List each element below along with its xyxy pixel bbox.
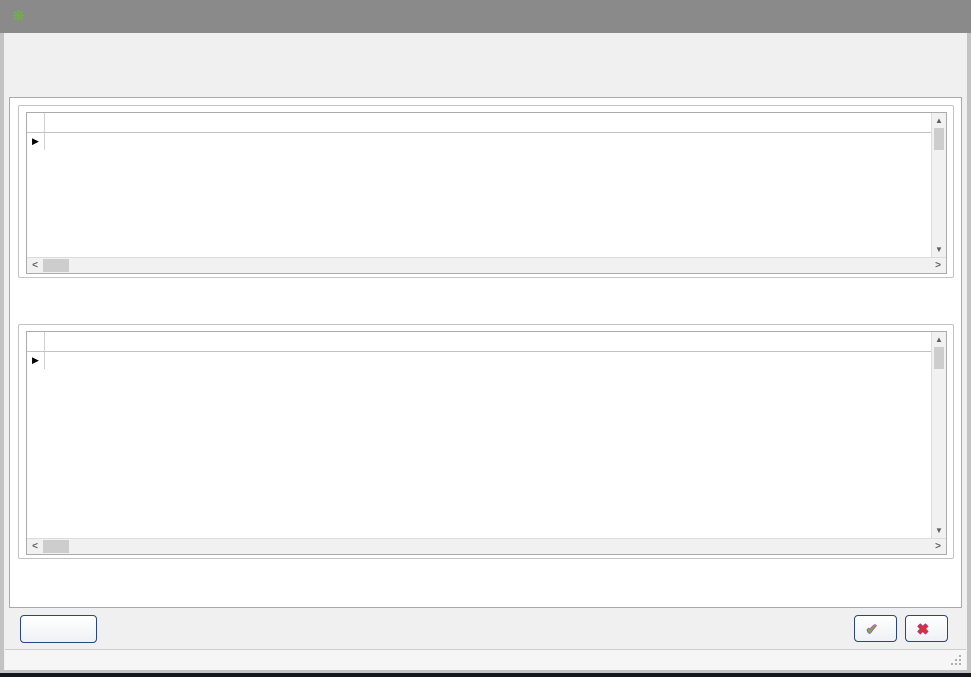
scroll-right-icon[interactable]: >: [930, 541, 946, 552]
vertical-scroll-thumb[interactable]: [934, 347, 944, 369]
scroll-left-icon[interactable]: <: [27, 260, 43, 271]
scroll-down-icon[interactable]: ▼: [932, 242, 946, 257]
scroll-left-icon[interactable]: <: [27, 541, 43, 552]
anyaglista-groupbox: ▶ ▲ ▼ < >: [18, 105, 954, 278]
rogzit-button[interactable]: [854, 615, 897, 642]
muvelet-grid-header: [27, 332, 946, 352]
horizontal-scroll-thumb[interactable]: [43, 259, 69, 272]
muvelet-grid-selected-row[interactable]: ▶: [27, 352, 946, 369]
megsem-button[interactable]: [905, 615, 948, 642]
maximize-button[interactable]: [891, 0, 927, 33]
scroll-right-icon[interactable]: >: [930, 260, 946, 271]
tab-row-1: [5, 40, 966, 59]
tab-row-3: [5, 78, 966, 97]
resize-grip[interactable]: [959, 663, 961, 665]
tab-row-2: [5, 59, 966, 78]
muvelet-grid[interactable]: ▶ ▲ ▼ < >: [26, 331, 947, 555]
anyaglista-horizontal-scrollbar[interactable]: < >: [27, 257, 946, 273]
scroll-down-icon[interactable]: ▼: [932, 523, 946, 538]
anyaglista-grid[interactable]: ▶ ▲ ▼ < >: [26, 112, 947, 274]
scroll-up-icon[interactable]: ▲: [932, 332, 946, 347]
tab-page-anyaglista: ▶ ▲ ▼ < >: [9, 97, 962, 608]
scroll-track: [932, 369, 946, 523]
check-icon: [865, 621, 882, 637]
muvelet-groupbox: ▶ ▲ ▼ < >: [18, 324, 954, 559]
window-controls: [891, 0, 963, 33]
anyaglista-grid-header: [27, 113, 946, 133]
muvelet-vertical-scrollbar[interactable]: ▲ ▼: [931, 332, 946, 538]
anyaglista-vertical-scrollbar[interactable]: ▲ ▼: [931, 113, 946, 257]
close-button[interactable]: [927, 0, 963, 33]
footer-bar: [5, 608, 966, 649]
window-body: ▶ ▲ ▼ < >: [4, 33, 967, 670]
tab-strip: [5, 40, 966, 97]
anyagkent-szerepel-button[interactable]: [20, 615, 97, 643]
scroll-track: [932, 150, 946, 242]
row-indicator-header-cell: [27, 113, 45, 132]
footer-actions: [854, 615, 948, 642]
app-gear-flower-icon: ❋: [12, 9, 25, 24]
horizontal-scroll-thumb[interactable]: [43, 540, 69, 553]
status-bar: [5, 649, 966, 670]
titlebar: ❋: [0, 0, 971, 33]
row-indicator-header-cell: [27, 332, 45, 351]
current-row-arrow-icon: ▶: [27, 133, 45, 150]
cross-icon: [916, 621, 933, 637]
muvelet-horizontal-scrollbar[interactable]: < >: [27, 538, 946, 554]
vertical-scroll-thumb[interactable]: [934, 128, 944, 150]
current-row-arrow-icon: ▶: [27, 352, 45, 369]
app-window: ❋ ▶ ▲: [0, 0, 971, 673]
scroll-up-icon[interactable]: ▲: [932, 113, 946, 128]
anyaglista-grid-selected-row[interactable]: ▶: [27, 133, 946, 150]
